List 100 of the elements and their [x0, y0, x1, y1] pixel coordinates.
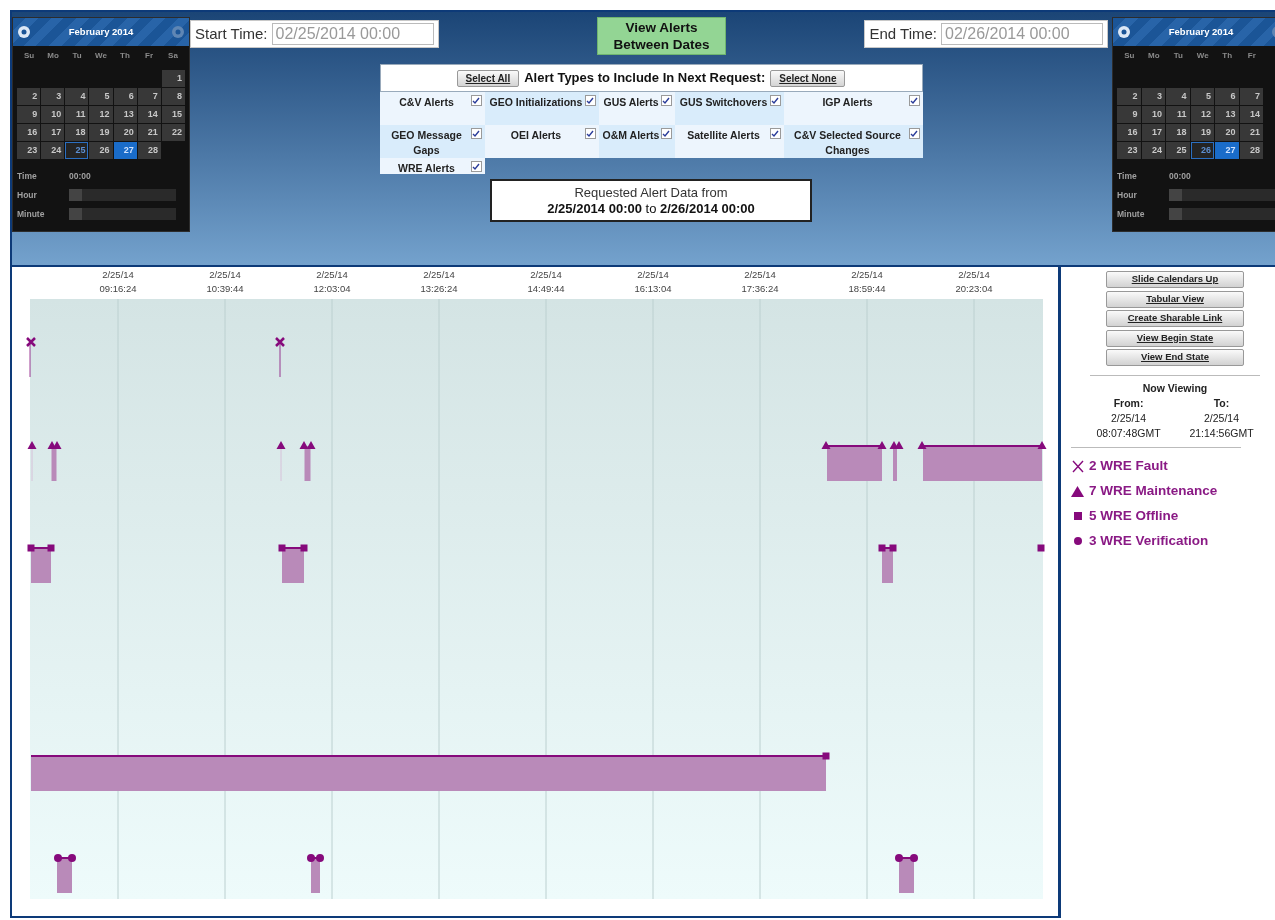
day-cell[interactable]: 17	[1141, 124, 1165, 141]
view-alerts-button[interactable]: View Alerts Between Dates	[597, 17, 726, 55]
day-cell[interactable]: 8	[161, 88, 185, 105]
slider-thumb[interactable]	[69, 189, 82, 201]
day-cell[interactable]: 24	[1141, 142, 1165, 159]
checkbox[interactable]	[769, 128, 781, 139]
slider-thumb[interactable]	[1169, 208, 1182, 220]
axis-tick-label: 2/25/14	[209, 269, 241, 280]
alert-type-option[interactable]: GUS Switchovers	[674, 92, 784, 125]
day-cell[interactable]: 20	[113, 124, 137, 141]
day-cell[interactable]: 14	[1239, 106, 1263, 123]
day-cell[interactable]: 1	[161, 70, 186, 87]
day-cell[interactable]: 4	[1166, 88, 1190, 105]
day-cell[interactable]: 25	[65, 142, 89, 159]
day-cell[interactable]: 10	[41, 106, 65, 123]
day-cell[interactable]: 2	[1117, 88, 1141, 105]
day-cell[interactable]: 20	[1215, 124, 1239, 141]
slider-thumb[interactable]	[69, 208, 82, 220]
day-cell[interactable]: 9	[1117, 106, 1141, 123]
day-cell[interactable]: 22	[161, 124, 185, 141]
day-cell[interactable]: 12	[1190, 106, 1214, 123]
alert-type-option[interactable]: OEI Alerts	[484, 125, 599, 158]
day-cell[interactable]: 7	[1239, 88, 1263, 105]
day-cell[interactable]: 18	[1166, 124, 1190, 141]
weekday-label: Th	[1221, 50, 1234, 62]
day-cell[interactable]: 5	[1190, 88, 1214, 105]
alert-type-option[interactable]: WRE Alerts	[379, 158, 485, 174]
day-cell[interactable]: 21	[137, 124, 161, 141]
side-button[interactable]: Tabular View	[1106, 290, 1244, 308]
checkbox[interactable]	[769, 95, 781, 106]
previous-month-icon[interactable]	[1118, 26, 1130, 38]
checkbox[interactable]	[908, 128, 920, 139]
to-time: 21:14:56GMT	[1188, 425, 1255, 441]
day-cell[interactable]: 18	[65, 124, 89, 141]
side-button[interactable]: Create Sharable Link	[1106, 310, 1244, 327]
alert-type-option[interactable]: Satellite Alerts	[674, 125, 784, 158]
slider-track[interactable]	[69, 208, 176, 220]
day-cell[interactable]: 16	[17, 124, 41, 141]
day-cell[interactable]: 25	[1166, 142, 1190, 159]
weekday-label: We	[94, 50, 108, 62]
slider-thumb[interactable]	[1169, 189, 1182, 201]
field-label: End Time:	[869, 23, 937, 44]
alert-type-option[interactable]: IGP Alerts	[783, 92, 923, 125]
select-all-button[interactable]: Select All	[456, 69, 520, 87]
day-cell[interactable]: 28	[1239, 142, 1263, 159]
day-cell[interactable]: 23	[1117, 142, 1141, 159]
side-button[interactable]: View Begin State	[1106, 329, 1244, 347]
checkbox[interactable]	[660, 95, 672, 106]
alert-type-option[interactable]: C&V Selected Source Changes	[783, 125, 923, 158]
checkbox[interactable]	[470, 161, 482, 172]
alert-type-option[interactable]: GEO Initializations	[484, 92, 599, 125]
option-label: GEO Message Gaps	[390, 128, 463, 158]
day-cell[interactable]: 26	[89, 142, 113, 159]
day-cell[interactable]: 10	[1141, 106, 1165, 123]
checkbox[interactable]	[470, 128, 482, 139]
axis-tick-label: 17:36:24	[741, 283, 779, 294]
day-cell[interactable]: 26	[1190, 142, 1214, 159]
day-cell[interactable]: 15	[161, 106, 185, 123]
day-cell[interactable]: 21	[1239, 124, 1263, 141]
checkbox[interactable]	[908, 95, 920, 106]
day-cell[interactable]: 23	[17, 142, 41, 159]
previous-month-icon[interactable]	[18, 26, 30, 38]
day-cell[interactable]: 19	[1190, 124, 1214, 141]
checkbox[interactable]	[470, 95, 482, 106]
day-cell[interactable]: 3	[41, 88, 65, 105]
day-cell[interactable]: 19	[89, 124, 113, 141]
day-cell[interactable]: 12	[89, 106, 113, 123]
alert-type-option[interactable]: GUS Alerts	[598, 92, 675, 125]
day-cell[interactable]: 11	[65, 106, 89, 123]
day-cell[interactable]: 27	[1215, 142, 1239, 159]
alert-type-option[interactable]: O&M Alerts	[598, 125, 675, 158]
alert-type-option[interactable]: C&V Alerts	[379, 92, 485, 125]
axis-tick-label: 2/25/14	[958, 269, 990, 280]
day-cell[interactable]: 28	[137, 142, 161, 159]
day-cell[interactable]: 13	[1215, 106, 1239, 123]
day-cell[interactable]: 7	[137, 88, 161, 105]
checkbox[interactable]	[584, 128, 596, 139]
select-none-button[interactable]: Select None	[770, 69, 846, 87]
side-button[interactable]: Slide Calendars Up	[1106, 271, 1244, 288]
day-cell[interactable]: 27	[113, 142, 137, 159]
checkbox[interactable]	[660, 128, 672, 139]
side-button[interactable]: View End State	[1106, 349, 1244, 366]
day-cell[interactable]: 16	[1117, 124, 1141, 141]
day-cell[interactable]: 5	[89, 88, 113, 105]
day-cell[interactable]: 9	[17, 106, 41, 123]
slider-track[interactable]	[1169, 189, 1275, 201]
day-cell[interactable]: 6	[1215, 88, 1239, 105]
alert-type-option[interactable]: GEO Message Gaps	[379, 125, 485, 158]
day-cell[interactable]: 4	[65, 88, 89, 105]
day-cell[interactable]: 24	[41, 142, 65, 159]
day-cell[interactable]: 11	[1166, 106, 1190, 123]
day-cell[interactable]: 6	[113, 88, 137, 105]
slider-track[interactable]	[69, 189, 176, 201]
checkbox[interactable]	[584, 95, 596, 106]
day-cell[interactable]: 14	[137, 106, 161, 123]
day-cell[interactable]: 13	[113, 106, 137, 123]
slider-track[interactable]	[1169, 208, 1275, 220]
day-cell[interactable]: 17	[41, 124, 65, 141]
day-cell[interactable]: 2	[17, 88, 41, 105]
day-cell[interactable]: 3	[1141, 88, 1165, 105]
